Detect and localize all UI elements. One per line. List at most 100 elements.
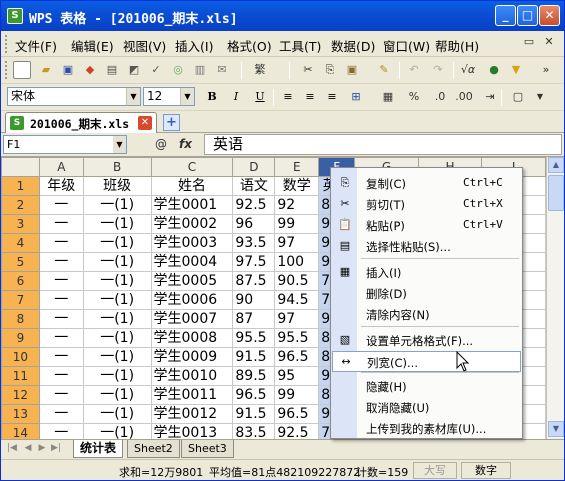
cell[interactable]: 94.5	[274, 290, 320, 310]
context-menu-item[interactable]: ⎘ 复制(C) Ctrl+C	[332, 173, 521, 194]
merge-center-icon[interactable]: ⊞	[347, 88, 365, 106]
cell[interactable]: 年级	[38, 176, 84, 196]
open-folder-icon[interactable]: ▰	[37, 61, 55, 79]
cell[interactable]: 学生0005	[150, 271, 234, 291]
select-all-corner[interactable]	[1, 157, 40, 177]
print-preview-icon[interactable]: ◩	[125, 61, 143, 79]
cell[interactable]: 一	[38, 252, 84, 272]
font-name-select[interactable]: 宋体 ▼	[7, 87, 141, 106]
increase-decimal-icon[interactable]: .0	[431, 88, 449, 106]
cell[interactable]: 一(1)	[82, 214, 152, 234]
cell[interactable]: 96.5	[274, 347, 320, 367]
cell[interactable]: 96.5	[274, 404, 320, 424]
column-header[interactable]: D	[232, 157, 276, 177]
row-header[interactable]: 5	[1, 252, 40, 272]
cell[interactable]: 一(1)	[82, 233, 152, 253]
cell[interactable]: 92.5	[232, 195, 276, 215]
cell[interactable]: 92.5	[274, 423, 320, 439]
cell[interactable]: 学生0002	[150, 214, 234, 234]
cell[interactable]: 学生0010	[150, 366, 234, 386]
format-painter-icon[interactable]: ✎	[375, 61, 393, 79]
cell[interactable]: 87.5	[232, 271, 276, 291]
cell[interactable]: 一	[38, 385, 84, 405]
font-size-select[interactable]: 12 ▼	[143, 87, 195, 106]
underline-button[interactable]: U	[251, 88, 269, 106]
toolbar-more-icon[interactable]: »	[537, 61, 555, 79]
web-icon[interactable]: ◎	[169, 61, 187, 79]
scroll-down-icon[interactable]: ▼	[548, 421, 564, 437]
share-icon[interactable]: ◆	[81, 61, 99, 79]
undo-icon[interactable]: ↶	[405, 61, 423, 79]
context-menu-item[interactable]: ▧ 设置单元格格式(F)...	[332, 330, 521, 351]
context-menu-item[interactable]: 📋 粘贴(P) Ctrl+V	[332, 215, 521, 236]
decrease-decimal-icon[interactable]: .00	[455, 88, 473, 106]
row-header[interactable]: 9	[1, 328, 40, 348]
context-menu-item[interactable]: 上传到我的素材库(U)...	[332, 418, 521, 439]
cell[interactable]: 班级	[82, 176, 152, 196]
name-box[interactable]: F1 ▼	[3, 135, 127, 154]
doc-close-button[interactable]: ✕	[541, 35, 557, 51]
context-menu-item[interactable]: 取消隐藏(U)	[332, 397, 521, 418]
cell[interactable]: 一(1)	[82, 328, 152, 348]
chevron-down-icon[interactable]: ▼	[531, 88, 549, 106]
context-menu-item[interactable]: ✂ 剪切(T) Ctrl+X	[332, 194, 521, 215]
context-menu-item[interactable]: ↔ 列宽(C)...	[332, 351, 521, 372]
function-wizard-button[interactable]: fx	[179, 137, 192, 151]
cell[interactable]: 一(1)	[82, 404, 152, 424]
cell[interactable]: 一	[38, 423, 84, 439]
menu-format[interactable]: 格式(O)	[227, 36, 272, 55]
column-header[interactable]: A	[38, 157, 84, 177]
cell[interactable]: 学生0006	[150, 290, 234, 310]
italic-button[interactable]: I	[227, 88, 245, 106]
cell[interactable]: 一	[38, 404, 84, 424]
align-right-icon[interactable]: ≡	[323, 88, 341, 106]
last-sheet-icon[interactable]: ▶|	[51, 443, 61, 453]
cell[interactable]: 96	[232, 214, 276, 234]
cell[interactable]: 99	[274, 214, 320, 234]
cell[interactable]: 一	[38, 309, 84, 329]
bold-button[interactable]: B	[203, 88, 221, 106]
cell[interactable]: 数学	[274, 176, 320, 196]
sheet-tab-active[interactable]: 统计表	[73, 440, 124, 458]
cell[interactable]: 90.5	[274, 271, 320, 291]
globe-icon[interactable]: ●	[485, 61, 503, 79]
cell[interactable]: 学生0007	[150, 309, 234, 329]
currency-icon[interactable]: ▦	[379, 88, 397, 106]
cell[interactable]: 97.5	[232, 252, 276, 272]
row-header[interactable]: 13	[1, 404, 40, 424]
cell[interactable]: 一	[38, 366, 84, 386]
cell[interactable]: 91.5	[232, 404, 276, 424]
sheet-tab[interactable]: Sheet2	[127, 440, 180, 458]
row-header[interactable]: 1	[1, 176, 40, 196]
filter-icon[interactable]: ▼	[507, 61, 525, 79]
row-header[interactable]: 11	[1, 366, 40, 386]
cell[interactable]: 学生0009	[150, 347, 234, 367]
cell[interactable]: 一(1)	[82, 290, 152, 310]
indent-icon[interactable]: ⇥	[481, 88, 499, 106]
new-tab-button[interactable]: +	[163, 114, 180, 131]
first-sheet-icon[interactable]: |◀	[7, 443, 17, 453]
menu-help[interactable]: 帮助(H)	[435, 36, 479, 55]
menu-file[interactable]: 文件(F)	[15, 36, 57, 55]
prev-sheet-icon[interactable]: ◀	[23, 443, 33, 453]
cell[interactable]: 89.5	[232, 366, 276, 386]
toolbar-grip[interactable]	[5, 61, 9, 79]
cell[interactable]: 83.5	[232, 423, 276, 439]
cell[interactable]: 学生0001	[150, 195, 234, 215]
row-header[interactable]: 2	[1, 195, 40, 215]
cell[interactable]: 一	[38, 347, 84, 367]
cell[interactable]: 一	[38, 233, 84, 253]
menu-data[interactable]: 数据(D)	[331, 36, 375, 55]
row-header[interactable]: 12	[1, 385, 40, 405]
next-sheet-icon[interactable]: ▶	[37, 443, 47, 453]
cell[interactable]: 95.5	[232, 328, 276, 348]
vertical-scrollbar[interactable]: ▲ ▼	[546, 157, 564, 439]
cell[interactable]: 87	[232, 309, 276, 329]
border-icon[interactable]: ▢	[509, 88, 527, 106]
cell[interactable]: 一(1)	[82, 252, 152, 272]
spellcheck-icon[interactable]: ✓	[147, 61, 165, 79]
cell[interactable]: 一(1)	[82, 366, 152, 386]
row-header[interactable]: 10	[1, 347, 40, 367]
cell[interactable]: 学生0004	[150, 252, 234, 272]
cell[interactable]: 一(1)	[82, 309, 152, 329]
